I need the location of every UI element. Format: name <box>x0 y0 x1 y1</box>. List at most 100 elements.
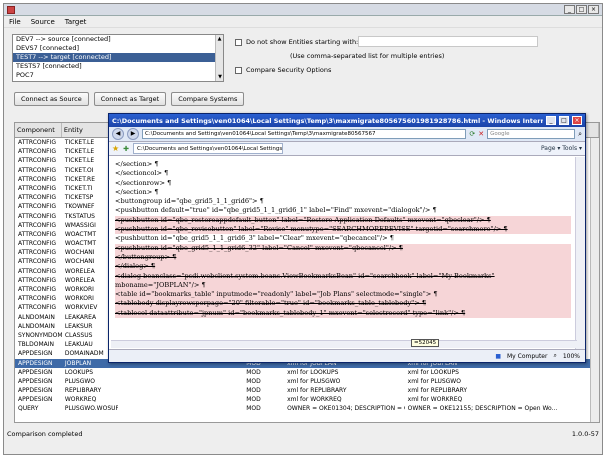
zoom-level[interactable]: 100% <box>563 353 580 360</box>
search-input[interactable]: Google <box>487 129 576 139</box>
exclude-prefix-input[interactable] <box>358 36 538 47</box>
table-cell: OWNER = OKE01304; DESCRIPTION = Open Wor… <box>287 405 405 413</box>
maximize-icon[interactable]: □ <box>576 5 587 14</box>
environment-item[interactable]: DEV7 --> source [connected] <box>13 35 223 44</box>
browser-tab[interactable]: C:\Documents and Settings\ven01064\Local… <box>133 143 284 154</box>
no-show-option: Do not show Entities starting with: <box>235 38 358 46</box>
table-cell: MOD <box>246 396 261 404</box>
add-favorite-icon[interactable]: ✚ <box>123 145 129 153</box>
compare-security-option: Compare Security Options <box>235 66 331 74</box>
browser-titlebar: C:\Documents and Settings\ven01064\Local… <box>109 114 585 127</box>
close-icon[interactable]: × <box>588 5 599 14</box>
table-cell: APPDESIGN <box>18 368 53 376</box>
table-cell: MOD <box>246 387 261 395</box>
environment-item[interactable]: TEST7 --> target [connected] <box>13 53 223 62</box>
table-cell: APPDESIGN <box>18 359 53 367</box>
browser-vertical-scrollbar[interactable] <box>575 157 585 349</box>
table-row[interactable]: APPDESIGN PLUSGWO MOD xml for PLUSGWO xml fo… <box>15 377 599 386</box>
table-cell: LOOKUPS <box>64 368 94 376</box>
environment-item[interactable]: TESTS7 [connected] <box>13 62 223 71</box>
browser-maximize-icon[interactable]: □ <box>559 116 569 125</box>
environment-list[interactable]: DEV7 --> source [connected] DEVS7 [connec… <box>12 34 224 82</box>
table-cell <box>118 368 244 377</box>
code-line: </sectionrow> ¶ <box>115 178 172 187</box>
status-bar: Comparison completed 1.0.0-57 <box>3 428 603 440</box>
favorites-icon[interactable]: ★ <box>112 144 119 153</box>
zone-icon: ■ <box>495 352 501 360</box>
table-cell: ATTRCONFIG <box>18 157 57 165</box>
search-icon[interactable]: ⌕ <box>578 130 582 139</box>
browser-title: C:\Documents and Settings\ven01064\Local… <box>112 116 543 125</box>
table-cell: ATTRCONFIG <box>18 184 57 192</box>
code-line: <pushbutton id="qbe_revisebutton" label=… <box>115 225 571 235</box>
scroll-down-icon[interactable]: ▼ <box>216 73 224 81</box>
app-titlebar: _ □ × <box>4 4 602 16</box>
browser-horizontal-scrollbar[interactable] <box>111 340 577 348</box>
table-cell: TBLDOMAIN <box>18 341 55 349</box>
table-cell: xml for LOOKUPS <box>287 368 339 376</box>
table-row[interactable]: APPDESIGN WORKREQ MOD xml for WORKREQ xml fo… <box>15 395 599 404</box>
back-icon[interactable]: ◀ <box>112 128 124 140</box>
menu-file[interactable]: File <box>9 18 21 26</box>
minimize-icon[interactable]: _ <box>564 5 575 14</box>
window-controls: _ □ × <box>564 5 599 14</box>
table-cell: ATTRCONFIG <box>18 249 57 257</box>
table-cell: ATTRCONFIG <box>18 295 57 303</box>
table-cell: APPDESIGN <box>18 396 53 404</box>
refresh-icon[interactable]: ⟳ <box>469 130 475 138</box>
no-show-checkbox[interactable] <box>235 38 242 46</box>
action-buttons: Connect as Source Connect as Target Comp… <box>14 92 245 106</box>
stop-icon[interactable]: ✕ <box>478 130 484 138</box>
menu-target[interactable]: Target <box>65 18 87 26</box>
table-cell: MOD <box>246 405 261 413</box>
table-cell: REPLIBRARY <box>64 387 102 395</box>
table-cell: QUERY <box>18 405 39 413</box>
code-line: <tablebody displayrowsperpage="20" filte… <box>115 299 571 309</box>
table-row[interactable]: QUERY PLUSGWO.WOSUPRUSER MOD OWNER = OKE013… <box>15 404 599 413</box>
table-cell: APPDESIGN <box>18 377 53 385</box>
tooltip: =52045 <box>411 339 440 347</box>
table-cell <box>118 377 244 386</box>
environment-list-scrollbar[interactable]: ▲ ▼ <box>215 35 223 81</box>
menu-source[interactable]: Source <box>31 18 55 26</box>
table-cell: ATTRCONFIG <box>18 212 57 220</box>
table-cell: ATTRCONFIG <box>18 175 57 183</box>
table-cell: xml for PLUSGWO <box>407 377 461 385</box>
table-cell: ATTRCONFIG <box>18 221 57 229</box>
connect-source-button[interactable]: Connect as Source <box>14 92 89 106</box>
compare-security-checkbox[interactable] <box>235 66 242 74</box>
connect-target-button[interactable]: Connect as Target <box>93 92 167 106</box>
browser-close-icon[interactable]: × <box>572 116 582 125</box>
table-cell: ATTRCONFIG <box>18 203 57 211</box>
column-component[interactable]: Component <box>15 123 62 137</box>
forward-icon[interactable]: ▶ <box>127 128 139 140</box>
code-line: </sectioncol> ¶ <box>115 169 169 178</box>
code-line: </section> ¶ <box>115 187 159 196</box>
table-row[interactable]: APPDESIGN LOOKUPS MOD xml for LOOKUPS xml fo… <box>15 368 599 377</box>
compare-systems-button[interactable]: Compare Systems <box>171 92 245 106</box>
zone-label: My Computer <box>507 352 548 360</box>
code-line: <pushbutton id="qbe_restoreappdefault_bu… <box>115 215 571 226</box>
browser-minimize-icon[interactable]: _ <box>546 116 556 125</box>
table-scrollbar[interactable] <box>590 138 599 422</box>
code-line: <pushbutton id="qbe_grid5_1_1_grid6_3" l… <box>115 234 394 243</box>
code-line: </section> ¶ <box>115 160 159 168</box>
app-icon <box>7 5 15 14</box>
table-cell: PLUSGWO <box>64 377 96 385</box>
browser-status-bar: ■ My Computer ⌕ 100% <box>109 349 585 362</box>
table-cell: MOD <box>246 377 261 385</box>
table-row[interactable]: APPDESIGN REPLIBRARY MOD xml for REPLIBRARY… <box>15 386 599 395</box>
zoom-icon: ⌕ <box>553 352 557 359</box>
browser-tools-menu[interactable]: Page ▾ Tools ▾ <box>541 145 582 152</box>
address-input[interactable]: C:\Documents and Settings\ven01064\Local… <box>142 129 467 139</box>
environment-item[interactable]: POC7 <box>13 71 223 80</box>
browser-content: </section> ¶ </sectioncol> ¶ </sectionrow>… <box>111 157 575 349</box>
status-text: Comparison completed <box>7 430 83 438</box>
environment-item[interactable]: DEVS7 [connected] <box>13 44 223 53</box>
table-cell: ATTRCONFIG <box>18 258 57 266</box>
table-cell: APPDESIGN <box>18 387 53 395</box>
table-cell: ALNDOMAIN <box>18 322 55 330</box>
scroll-up-icon[interactable]: ▲ <box>216 35 223 43</box>
code-line: <buttongroup id="qbe_grid5_1_1_grid6"> ¶ <box>115 197 264 206</box>
table-cell: MOD <box>246 368 261 376</box>
